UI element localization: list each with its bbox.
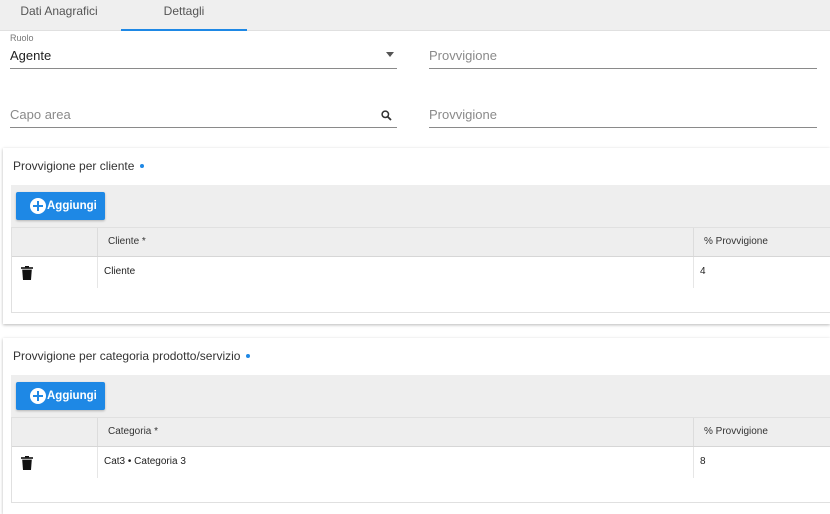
column-header-categoria[interactable]: Categoria *: [97, 418, 693, 446]
provvigione-placeholder: Provvigione: [429, 48, 497, 63]
trash-icon[interactable]: [21, 266, 33, 280]
dot-icon: [140, 163, 145, 168]
ruolo-value: Agente: [10, 48, 52, 63]
chevron-down-icon[interactable]: [386, 52, 394, 57]
section-provvigione-categoria: Provvigione per categoria prodotto/servi…: [3, 338, 830, 514]
grid-toolbar: Aggiungi: [11, 185, 830, 227]
cell-provvigione[interactable]: 4: [693, 257, 830, 288]
table-row[interactable]: Cat3 • Categoria 3 8: [12, 447, 830, 478]
add-circle-icon: [30, 388, 46, 404]
section-title: Provvigione per categoria prodotto/servi…: [13, 349, 251, 363]
tab-bar: Dati Anagrafici Dettagli: [0, 0, 830, 31]
cell-categoria[interactable]: Cat3 • Categoria 3: [97, 447, 693, 478]
categorie-grid: Categoria * % Provvigione Cat3 • Categor…: [11, 417, 830, 503]
clienti-grid: Cliente * % Provvigione Cliente 4: [11, 227, 830, 313]
column-header-actions: [12, 418, 97, 446]
provvigione-field[interactable]: Provvigione: [429, 31, 817, 69]
capo-area-field[interactable]: Capo area: [10, 90, 397, 128]
add-button-label: Aggiungi: [47, 200, 97, 212]
add-button-label: Aggiungi: [47, 390, 97, 402]
grid-toolbar: Aggiungi: [11, 375, 830, 417]
add-button[interactable]: Aggiungi: [16, 382, 105, 410]
column-header-actions: [12, 228, 97, 256]
tab-dati-anagrafici[interactable]: Dati Anagrafici: [0, 0, 118, 31]
section-provvigione-cliente: Provvigione per cliente Aggiungi Cliente…: [3, 148, 830, 324]
section-title-text: Provvigione per categoria prodotto/servi…: [13, 349, 241, 363]
ruolo-label: Ruolo: [10, 33, 34, 43]
grid-header: Cliente * % Provvigione: [12, 228, 830, 257]
provvigione-field-2[interactable]: Provvigione: [429, 90, 817, 128]
column-header-cliente[interactable]: Cliente *: [97, 228, 693, 256]
add-circle-icon: [30, 198, 46, 214]
cell-provvigione[interactable]: 8: [693, 447, 830, 478]
section-title: Provvigione per cliente: [13, 159, 145, 173]
ruolo-select[interactable]: Ruolo Agente: [10, 31, 397, 69]
row-actions-cell: [12, 257, 97, 288]
row-actions-cell: [12, 447, 97, 478]
provvigione-placeholder-2: Provvigione: [429, 107, 497, 122]
search-icon[interactable]: [381, 110, 392, 121]
column-header-provvigione[interactable]: % Provvigione: [693, 228, 830, 256]
table-row[interactable]: Cliente 4: [12, 257, 830, 288]
column-header-provvigione[interactable]: % Provvigione: [693, 418, 830, 446]
trash-icon[interactable]: [21, 456, 33, 470]
section-title-text: Provvigione per cliente: [13, 159, 135, 173]
cell-cliente[interactable]: Cliente: [97, 257, 693, 288]
grid-header: Categoria * % Provvigione: [12, 418, 830, 447]
dot-icon: [246, 353, 251, 358]
capo-area-placeholder: Capo area: [10, 107, 71, 122]
add-button[interactable]: Aggiungi: [16, 192, 105, 220]
tab-dettagli[interactable]: Dettagli: [121, 0, 247, 31]
